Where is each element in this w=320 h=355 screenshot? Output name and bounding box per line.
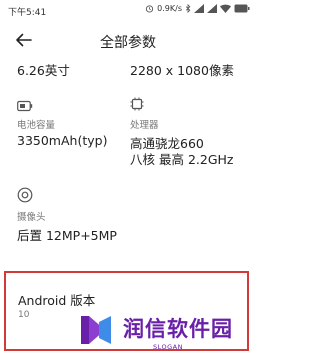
- alarm-icon: [146, 5, 154, 13]
- resolution-value: 2280 x 1080像素: [130, 63, 234, 78]
- screen-size-value: 6.26英寸: [17, 63, 70, 78]
- battery-value: 3350mAh(typ): [17, 133, 108, 148]
- watermark: 润信软件园 SLOGAN: [71, 312, 256, 355]
- wifi-icon: [220, 4, 231, 13]
- battery-label: 电池容量: [17, 120, 56, 131]
- watermark-slogan: SLOGAN: [153, 343, 183, 351]
- status-icons: 0.9K/s: [145, 4, 250, 13]
- watermark-logo-icon: [75, 312, 119, 348]
- android-version-value: 10: [18, 310, 30, 320]
- android-version-title: Android 版本: [18, 293, 96, 308]
- signal-icon-1: [194, 4, 204, 13]
- watermark-text: 润信软件园: [123, 317, 233, 341]
- status-bar: 下午5:41 0.9K/s: [0, 0, 256, 20]
- processor-value-line2: 八核 最高 2.2GHz: [130, 152, 234, 167]
- camera-icon: [17, 187, 33, 207]
- camera-label: 摄像头: [17, 212, 46, 223]
- camera-value: 后置 12MP+5MP: [17, 228, 117, 243]
- status-time: 下午5:41: [8, 8, 47, 18]
- bluetooth-icon: [185, 4, 191, 13]
- battery-status-icon: [234, 4, 250, 13]
- battery-icon: [17, 97, 33, 116]
- signal-icon-2: [207, 4, 217, 13]
- header: 全部参数: [0, 28, 256, 52]
- page-title: 全部参数: [100, 35, 156, 51]
- processor-label: 处理器: [130, 120, 159, 131]
- chip-icon: [130, 96, 144, 115]
- network-speed: 0.9K/s: [157, 4, 182, 13]
